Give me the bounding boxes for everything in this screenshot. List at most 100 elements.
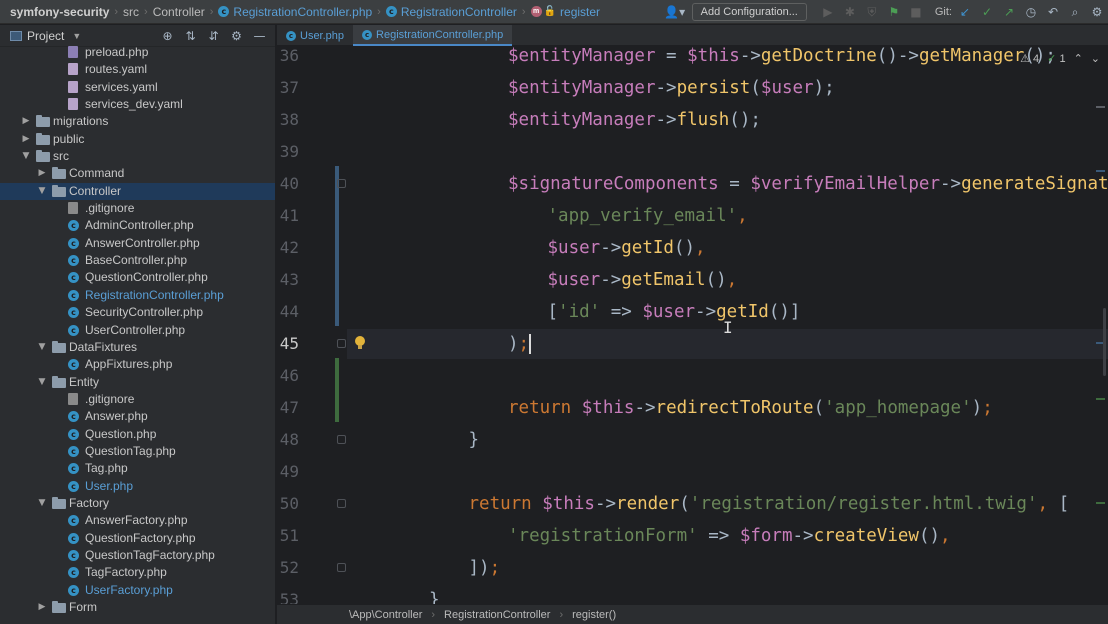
tree-folder[interactable]: ▼ Entity bbox=[0, 374, 275, 391]
tree-file[interactable]: c AnswerFactory.php bbox=[0, 512, 275, 529]
tree-file[interactable]: .gitignore bbox=[0, 391, 275, 408]
chevron-down-icon[interactable]: ▼ bbox=[36, 183, 48, 200]
git-commit-icon[interactable]: ✓ bbox=[976, 0, 998, 24]
code-line[interactable]: $entityManager = $this->getDoctrine()->g… bbox=[508, 46, 1056, 72]
tree-folder[interactable]: ▶ migrations bbox=[0, 113, 275, 130]
code-line[interactable]: $user->getId(), bbox=[548, 232, 706, 264]
git-push-icon[interactable]: ↗ bbox=[998, 0, 1020, 24]
tree-file[interactable]: c Tag.php bbox=[0, 460, 275, 477]
tree-folder[interactable]: ▶ Command bbox=[0, 165, 275, 182]
tab-registration-controller[interactable]: c RegistrationController.php bbox=[353, 25, 513, 46]
tree-file[interactable]: services_dev.yaml bbox=[0, 96, 275, 113]
expand-all-icon[interactable]: ⇅ bbox=[179, 29, 202, 43]
add-configuration-button[interactable]: Add Configuration... bbox=[691, 3, 807, 21]
code-line[interactable]: 'registrationForm' => $form->createView(… bbox=[508, 520, 951, 552]
breadcrumb-class[interactable]: RegistrationController bbox=[444, 609, 550, 621]
code-line[interactable]: } bbox=[469, 424, 480, 456]
code-token: ( bbox=[750, 78, 761, 98]
tree-file[interactable]: services.yaml bbox=[0, 79, 275, 96]
chevron-right-icon[interactable]: ▶ bbox=[36, 165, 48, 182]
history-icon[interactable]: ◷ bbox=[1020, 0, 1042, 24]
scrollbar-thumb[interactable] bbox=[1103, 308, 1106, 376]
code-line[interactable]: return $this->render('registration/regis… bbox=[469, 488, 1070, 520]
code-line[interactable]: return $this->redirectToRoute('app_homep… bbox=[508, 392, 993, 424]
warning-count[interactable]: ⚠ 4 bbox=[1020, 52, 1039, 65]
locate-target-icon[interactable]: ⊕ bbox=[156, 29, 179, 43]
tree-file[interactable]: c Question.php bbox=[0, 426, 275, 443]
breadcrumb-namespace[interactable]: \App\Controller bbox=[349, 609, 422, 621]
tree-file[interactable]: c User.php bbox=[0, 478, 275, 495]
code-editor[interactable]: 36 37 38 39 40 41 42 43 44 45 46 47 48 49 50 51 52 53 $en… bbox=[277, 46, 1108, 604]
debug-icon[interactable]: ✱ bbox=[839, 0, 861, 24]
code-line[interactable]: $user->getEmail(), bbox=[548, 264, 738, 296]
code-token: -> bbox=[897, 46, 919, 66]
tree-file[interactable]: c UserFactory.php bbox=[0, 582, 275, 599]
code-line[interactable]: ); bbox=[508, 328, 532, 360]
tree-file[interactable]: c AppFixtures.php bbox=[0, 356, 275, 373]
code-line[interactable]: ]); bbox=[469, 552, 501, 584]
collapse-all-icon[interactable]: ⇵ bbox=[202, 29, 225, 43]
rollback-icon[interactable]: ↶ bbox=[1042, 0, 1064, 24]
breadcrumb-controller[interactable]: Controller bbox=[153, 5, 205, 19]
tree-file[interactable]: c TagFactory.php bbox=[0, 564, 275, 581]
stop-icon[interactable]: ■ bbox=[905, 0, 927, 24]
editor-scrollbar[interactable] bbox=[1094, 46, 1108, 604]
tree-folder[interactable]: ▼ src bbox=[0, 148, 275, 165]
profile-icon[interactable]: ⚑ bbox=[883, 0, 905, 24]
tree-file[interactable]: c QuestionController.php bbox=[0, 269, 275, 286]
chevron-up-icon[interactable]: ⌃ bbox=[1074, 52, 1083, 65]
breadcrumb-method[interactable]: register bbox=[560, 5, 600, 19]
tree-file[interactable]: .gitignore bbox=[0, 200, 275, 217]
scroll-marker bbox=[1096, 398, 1105, 400]
breadcrumb-method[interactable]: register() bbox=[572, 609, 616, 621]
code-line[interactable]: ['id' => $user->getId()] bbox=[548, 296, 801, 328]
tree-file[interactable]: preload.php bbox=[0, 44, 275, 61]
git-update-icon[interactable]: ↙ bbox=[954, 0, 976, 24]
breadcrumb-project[interactable]: symfony-security bbox=[10, 5, 109, 19]
code-line[interactable]: } bbox=[429, 584, 440, 604]
tree-file[interactable]: c QuestionTag.php bbox=[0, 443, 275, 460]
breadcrumb-class[interactable]: RegistrationController bbox=[401, 5, 517, 19]
chevron-down-icon[interactable]: ▼ bbox=[20, 148, 32, 165]
code-area[interactable]: $entityManager = $this->getDoctrine()->g… bbox=[277, 46, 1108, 604]
tree-file[interactable]: c UserController.php bbox=[0, 322, 275, 339]
ok-count[interactable]: ✓ 1 bbox=[1047, 52, 1065, 65]
tree-folder[interactable]: ▼ Controller bbox=[0, 182, 275, 201]
hide-panel-icon[interactable]: — bbox=[248, 29, 271, 43]
user-switch-icon[interactable]: 👤▾ bbox=[664, 0, 686, 24]
tree-folder[interactable]: ▶ public bbox=[0, 131, 275, 148]
chevron-right-icon[interactable]: ▶ bbox=[20, 131, 32, 148]
chevron-down-icon[interactable]: ▼ bbox=[36, 374, 48, 391]
tree-folder[interactable]: ▼ DataFixtures bbox=[0, 339, 275, 356]
run-icon[interactable]: ▶ bbox=[817, 0, 839, 24]
settings-gear-icon[interactable]: ⚙ bbox=[1086, 0, 1108, 24]
tree-file[interactable]: c SecurityController.php bbox=[0, 304, 275, 321]
chevron-down-icon[interactable]: ▼ bbox=[36, 339, 48, 356]
search-icon[interactable]: ⌕ bbox=[1064, 0, 1086, 24]
code-line[interactable]: $entityManager->flush(); bbox=[508, 104, 761, 136]
project-panel-title[interactable]: Project bbox=[27, 29, 64, 43]
tree-file[interactable]: c QuestionTagFactory.php bbox=[0, 547, 275, 564]
chevron-right-icon[interactable]: ▶ bbox=[20, 113, 32, 130]
chevron-down-icon[interactable]: ▼ bbox=[36, 495, 48, 512]
code-line[interactable]: $entityManager->persist($user); bbox=[508, 72, 835, 104]
tree-file[interactable]: c AdminController.php bbox=[0, 217, 275, 234]
tree-folder[interactable]: ▼ Factory bbox=[0, 495, 275, 512]
tree-file[interactable]: c BaseController.php bbox=[0, 252, 275, 269]
tree-file[interactable]: c QuestionFactory.php bbox=[0, 530, 275, 547]
coverage-icon[interactable]: ⛨ bbox=[861, 0, 883, 24]
tree-file[interactable]: c Answer.php bbox=[0, 408, 275, 425]
inspection-widget[interactable]: ⚠ 4 ✓ 1 ⌃ ⌄ bbox=[1020, 52, 1100, 65]
tree-folder[interactable]: ▶ Form bbox=[0, 599, 275, 616]
code-line[interactable]: $signatureComponents = $verifyEmailHelpe… bbox=[508, 168, 1108, 200]
code-line[interactable]: 'app_verify_email', bbox=[548, 200, 748, 232]
chevron-down-icon[interactable]: ▼ bbox=[72, 31, 81, 41]
breadcrumb-file[interactable]: RegistrationController.php bbox=[233, 5, 372, 19]
tree-file[interactable]: c AnswerController.php bbox=[0, 235, 275, 252]
tree-file[interactable]: c RegistrationController.php bbox=[0, 287, 275, 304]
tab-user-php[interactable]: c User.php bbox=[277, 25, 353, 46]
breadcrumb-src[interactable]: src bbox=[123, 5, 139, 19]
chevron-right-icon[interactable]: ▶ bbox=[36, 599, 48, 616]
gear-icon[interactable]: ⚙ bbox=[225, 29, 248, 43]
tree-file[interactable]: routes.yaml bbox=[0, 61, 275, 78]
